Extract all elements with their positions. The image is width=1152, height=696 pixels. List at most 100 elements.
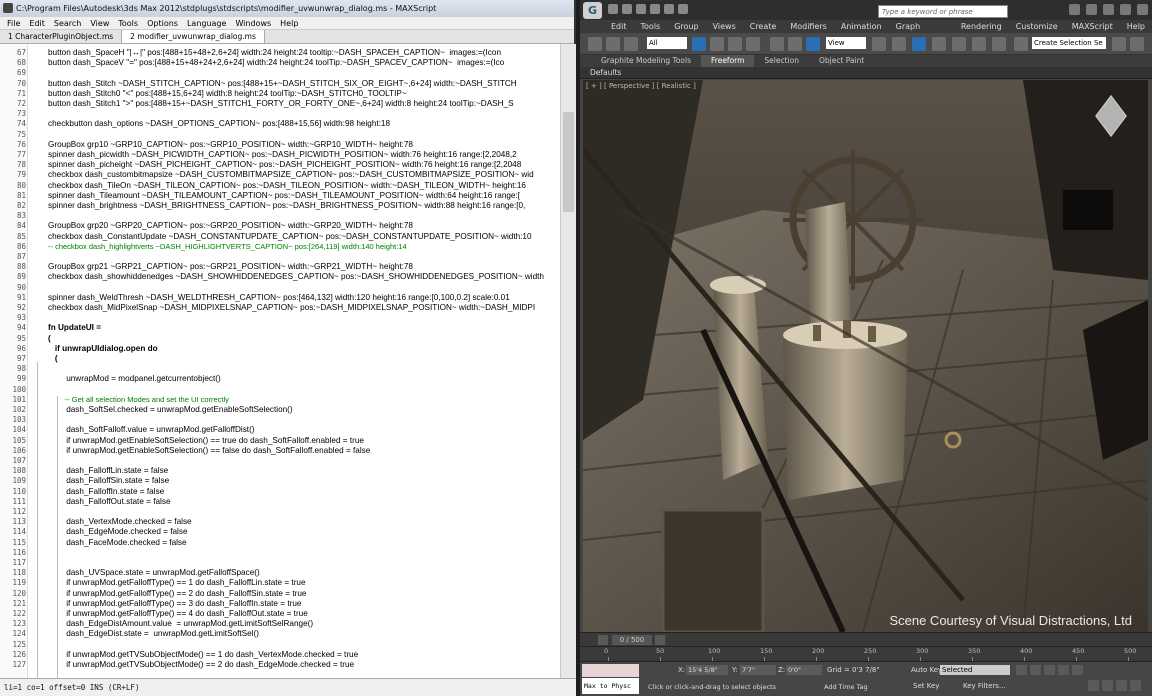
menu-options[interactable]: Options — [147, 17, 178, 29]
tab-selection[interactable]: Selection — [754, 55, 809, 67]
menu-view[interactable]: View — [90, 17, 109, 29]
menu-modifiers[interactable]: Modifiers — [783, 20, 834, 33]
code-line[interactable]: button dash_SpaceH "|↔|" pos:[488+15+48+… — [48, 48, 558, 57]
ribbon-panel-defaults[interactable]: Defaults — [580, 67, 1152, 79]
code-line[interactable]: button dash_Stitch0 "<" pos:[488+15,6+24… — [48, 89, 558, 98]
code-line[interactable]: checkbutton dash_options ~DASH_OPTIONS_C… — [48, 119, 558, 128]
code-line[interactable]: if unwrapMod.getEnableSoftSelection() ==… — [48, 446, 558, 455]
code-line[interactable]: if unwrapMod.getEnableSoftSelection() ==… — [48, 436, 558, 445]
menu-search[interactable]: Search — [54, 17, 81, 29]
editor-vertical-scrollbar[interactable] — [560, 44, 576, 678]
add-time-tag[interactable]: Add Time Tag — [824, 683, 868, 691]
menu-rendering[interactable]: Rendering — [954, 20, 1009, 33]
code-line[interactable]: -- Get all selection Modes and set the U… — [48, 395, 558, 404]
selection-filter-select[interactable]: All — [647, 37, 687, 49]
code-line[interactable]: dash_FalloffOut.state = false — [48, 497, 558, 506]
code-line[interactable]: dash_SoftFalloff.value = unwrapMod.getFa… — [48, 425, 558, 434]
code-line[interactable]: button dash_Stitch1 ">" pos:[488+15+~DAS… — [48, 99, 558, 108]
time-slider-prev-icon[interactable] — [598, 635, 608, 645]
set-key-button[interactable]: Set Key — [913, 682, 939, 690]
code-line[interactable]: checkbox dash_showhiddenedges ~DASH_SHOW… — [48, 272, 558, 281]
code-line[interactable]: dash_EdgeMode.checked = false — [48, 527, 558, 536]
orbit-icon[interactable] — [1130, 680, 1141, 691]
code-line[interactable]: if unwrapMod.getTVSubObjectMode() == 2 d… — [48, 660, 558, 669]
perspective-viewport[interactable]: [ + ] [ Perspective ] [ Realistic ] Scen… — [583, 80, 1148, 632]
redo-icon[interactable] — [664, 4, 674, 14]
coord-z-field[interactable]: 0'0" — [786, 665, 822, 675]
tab-modifier-uvwunwrap-dialog[interactable]: 2 modifier_uvwunwrap_dialog.ms — [122, 30, 265, 43]
code-line[interactable]: dash_VertexMode.checked = false — [48, 517, 558, 526]
code-line[interactable]: dash_EdgeDistAmount.value = unwrapMod.ge… — [48, 619, 558, 628]
undo-icon[interactable] — [650, 4, 660, 14]
code-line[interactable]: ( — [48, 354, 558, 363]
tab-graphite-modeling-tools[interactable]: Graphite Modeling Tools — [580, 55, 701, 67]
go-to-end-icon[interactable] — [1072, 665, 1083, 675]
select-by-name-icon[interactable] — [710, 37, 724, 51]
code-line[interactable]: dash_UVSpace.state = unwrapMod.getFallof… — [48, 568, 558, 577]
code-line[interactable]: dash_FalloffLin.state = false — [48, 466, 558, 475]
reference-coordinate-select[interactable]: View — [826, 37, 866, 49]
menu-tools[interactable]: Tools — [634, 20, 668, 33]
code-line[interactable]: dash_SoftSel.checked = unwrapMod.getEnab… — [48, 405, 558, 414]
tab-character-plugin-object[interactable]: 1 CharacterPluginObject.ms — [0, 30, 123, 43]
coord-y-field[interactable]: 7'7" — [740, 665, 776, 675]
spinner-snap-icon[interactable] — [992, 37, 1006, 51]
code-line[interactable]: if unwrapMod.getFalloffType() == 4 do da… — [48, 609, 558, 618]
code-line[interactable]: spinner dash_Tileamount ~DASH_TILEAMOUNT… — [48, 191, 558, 200]
menu-maxscript[interactable]: MAXScript — [1065, 20, 1120, 33]
menu-views[interactable]: Views — [706, 20, 743, 33]
align-icon[interactable] — [1130, 37, 1144, 51]
code-line[interactable]: button dash_Stitch ~DASH_STITCH_CAPTION~… — [48, 79, 558, 88]
tab-freeform[interactable]: Freeform — [701, 55, 755, 67]
help-icon[interactable] — [1086, 4, 1097, 15]
code-line[interactable]: checkbox dash_MidPixelSnap ~DASH_MIDPIXE… — [48, 303, 558, 312]
code-line[interactable]: GroupBox grp21 ~GRP21_CAPTION~ pos:~GRP2… — [48, 262, 558, 271]
menu-create[interactable]: Create — [743, 20, 784, 33]
code-line[interactable]: button dash_SpaceV "=" pos:[488+15+48+24… — [48, 58, 558, 67]
angle-snap-icon[interactable] — [952, 37, 966, 51]
select-and-move-icon[interactable] — [770, 37, 784, 51]
keyboard-shortcut-override-icon[interactable] — [912, 37, 926, 51]
unlink-icon[interactable] — [606, 37, 620, 51]
close-icon[interactable] — [1137, 4, 1148, 15]
named-selection-set-select[interactable]: Create Selection Se — [1032, 37, 1106, 49]
maximize-icon[interactable] — [1120, 4, 1131, 15]
coord-x-field[interactable]: 15'4 5/8" — [686, 665, 728, 675]
save-file-icon[interactable] — [636, 4, 646, 14]
code-line[interactable]: dash_FalloffIn.state = false — [48, 487, 558, 496]
time-slider[interactable]: 0 / 500 — [580, 632, 1152, 646]
application-button-icon[interactable]: G — [583, 2, 602, 19]
rectangular-selection-icon[interactable] — [728, 37, 742, 51]
open-file-icon[interactable] — [622, 4, 632, 14]
code-line[interactable]: if unwrapMod.getFalloffType() == 3 do da… — [48, 599, 558, 608]
menu-graph-editors[interactable]: Graph Editors — [889, 20, 954, 44]
menu-group[interactable]: Group — [667, 20, 705, 33]
code-line[interactable]: spinner dash_WeldThresh ~DASH_WELDTHRESH… — [48, 293, 558, 302]
percent-snap-icon[interactable] — [972, 37, 986, 51]
window-crossing-icon[interactable] — [746, 37, 760, 51]
bind-space-warp-icon[interactable] — [624, 37, 638, 51]
menu-animation[interactable]: Animation — [834, 20, 889, 33]
previous-frame-icon[interactable] — [1030, 665, 1041, 675]
select-and-scale-icon[interactable] — [806, 37, 820, 51]
mirror-icon[interactable] — [1112, 37, 1126, 51]
maxscript-mini-listener-pink[interactable] — [582, 664, 639, 677]
track-bar[interactable]: 0 50 100 150 200 250 300 350 400 450 500 — [580, 646, 1152, 661]
key-filters-button[interactable]: Key Filters... — [963, 682, 1006, 690]
tab-object-paint[interactable]: Object Paint — [809, 55, 874, 67]
menu-edit[interactable]: Edit — [29, 17, 45, 29]
code-line[interactable]: ( — [48, 334, 558, 343]
code-line[interactable]: if unwrapMod.getFalloffType() == 2 do da… — [48, 589, 558, 598]
maxscript-mini-listener-white[interactable]: Max to Physc — [582, 678, 639, 694]
code-line[interactable]: if unwrapMod.getTVSubObjectMode() == 1 d… — [48, 650, 558, 659]
code-line[interactable]: dash_FalloffSin.state = false — [48, 476, 558, 485]
code-line[interactable]: spinner dash_picheight ~DASH_PICHEIGHT_C… — [48, 160, 558, 169]
select-and-manipulate-icon[interactable] — [892, 37, 906, 51]
code-line[interactable]: fn UpdateUI = — [48, 323, 558, 332]
infocenter-icon[interactable] — [1069, 4, 1080, 15]
code-line[interactable]: GroupBox grp20 ~GRP20_CAPTION~ pos:~GRP2… — [48, 221, 558, 230]
menu-windows[interactable]: Windows — [235, 17, 271, 29]
code-area[interactable]: 67 68 69 70 71 72 73 74 75 76 77 78 79 80 81 82 83 84 85 86… — [0, 44, 576, 678]
menu-help[interactable]: Help — [280, 17, 298, 29]
project-folder-icon[interactable] — [678, 4, 688, 14]
